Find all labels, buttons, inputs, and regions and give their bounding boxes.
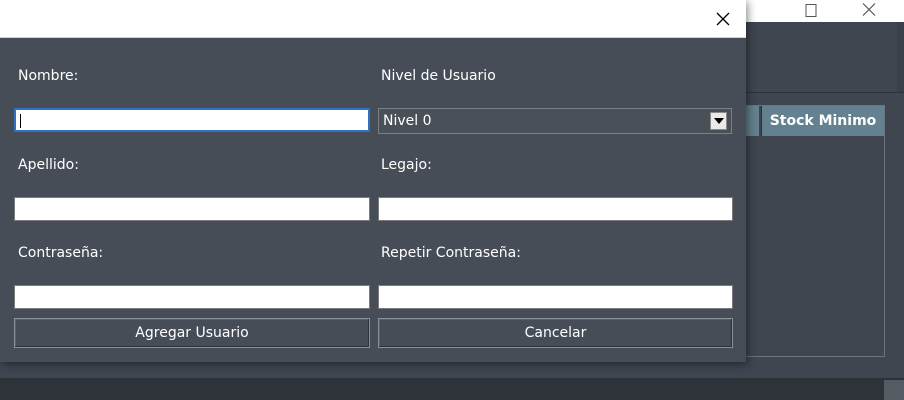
articles-table[interactable] bbox=[740, 105, 885, 357]
add-user-dialog: Nombre: Nivel de Usuario Nivel 0 Apellid… bbox=[0, 0, 746, 362]
maximize-icon bbox=[805, 4, 817, 17]
contrasena-input[interactable] bbox=[14, 285, 370, 309]
repetir-contrasena-label: Repetir Contraseña: bbox=[381, 245, 521, 261]
maximize-button[interactable] bbox=[788, 0, 834, 22]
text-caret bbox=[20, 114, 21, 128]
dialog-close-button[interactable] bbox=[700, 0, 746, 38]
legajo-label: Legajo: bbox=[381, 157, 432, 173]
nivel-usuario-selected: Nivel 0 bbox=[383, 113, 432, 129]
nombre-input[interactable] bbox=[14, 108, 370, 132]
cancelar-button[interactable]: Cancelar bbox=[378, 318, 733, 348]
main-close-button[interactable] bbox=[846, 0, 892, 22]
chevron-down-icon[interactable] bbox=[710, 112, 727, 130]
status-bar bbox=[0, 378, 904, 400]
agregar-usuario-button[interactable]: Agregar Usuario bbox=[14, 318, 370, 348]
column-header-stock-minimo[interactable]: Stock Minimo bbox=[761, 106, 884, 136]
dialog-titlebar[interactable] bbox=[0, 0, 746, 38]
apellido-input[interactable] bbox=[14, 197, 370, 221]
apellido-label: Apellido: bbox=[18, 157, 79, 173]
nivel-usuario-label: Nivel de Usuario bbox=[381, 68, 496, 84]
nivel-usuario-select[interactable]: Nivel 0 bbox=[378, 108, 732, 134]
close-icon bbox=[862, 2, 876, 21]
window-edge bbox=[897, 22, 904, 92]
legajo-input[interactable] bbox=[378, 197, 733, 221]
contrasena-label: Contraseña: bbox=[18, 245, 104, 261]
scrollbar-corner[interactable] bbox=[884, 380, 904, 400]
repetir-contrasena-input[interactable] bbox=[378, 285, 733, 309]
nombre-label: Nombre: bbox=[18, 68, 79, 84]
close-icon bbox=[716, 12, 730, 26]
